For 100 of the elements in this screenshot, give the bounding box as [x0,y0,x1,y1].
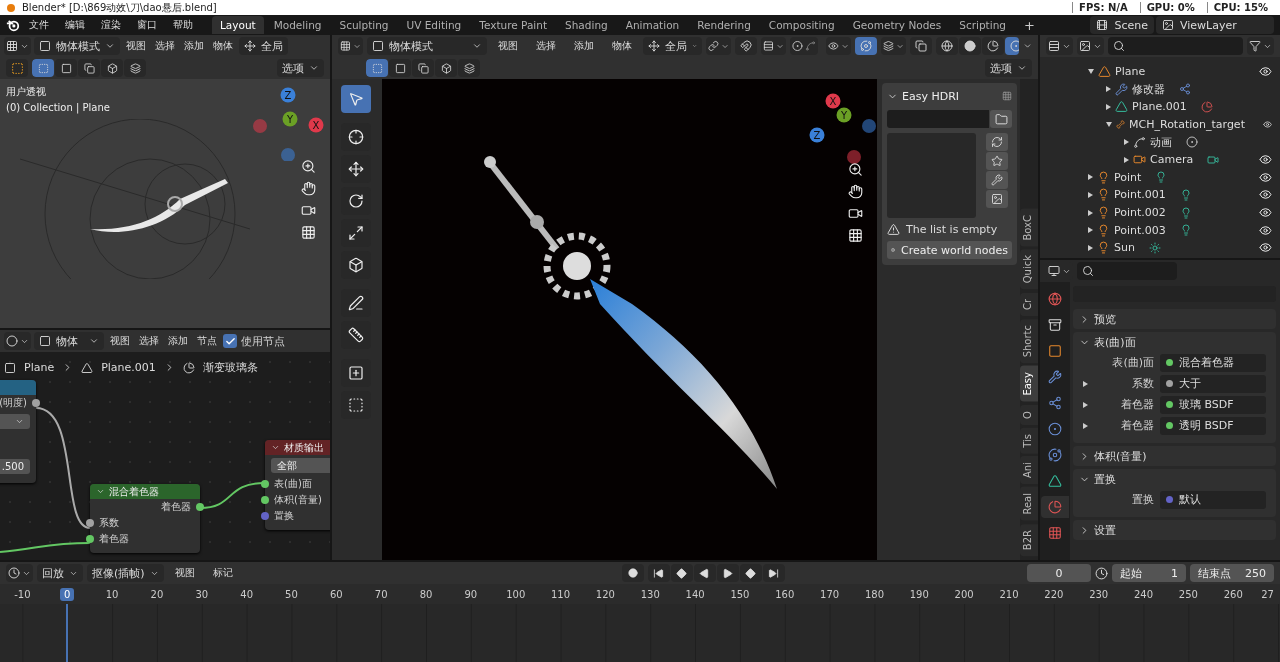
shader-type-dropdown[interactable]: 物体 [34,332,104,350]
create-world-nodes-button[interactable]: Create world nodes [887,241,1012,259]
panel-title[interactable]: 置换 [1094,471,1116,487]
menu-dropdown[interactable]: 回放 [37,564,83,582]
sidebar-tab[interactable]: Easy [1020,366,1038,402]
menu-item[interactable]: 标记 [205,566,240,580]
menu-item[interactable]: 选择 [136,334,162,348]
frame-number[interactable]: 50 [281,587,302,601]
sidebar-tab[interactable]: Real [1020,487,1038,521]
frame-number[interactable]: 250 [1174,587,1202,601]
outliner-row[interactable]: Plane.001 [1040,98,1280,116]
frame-number[interactable]: 150 [726,587,754,601]
frame-number[interactable]: 190 [905,587,933,601]
frame-number[interactable]: 170 [816,587,844,601]
sidebar-tab[interactable]: Quick [1020,249,1038,290]
workspace-tab[interactable]: Compositing [760,16,843,34]
frame-number[interactable]: 260 [1219,587,1247,601]
breadcrumb-item[interactable]: 渐变玻璃条 [202,360,258,375]
axis-handle[interactable]: Y [836,107,852,123]
menu-item[interactable]: 节点 [194,334,220,348]
frame-number[interactable]: 30 [191,587,213,601]
frame-number[interactable]: 230 [1085,587,1113,601]
menu-dropdown[interactable]: 抠像(插帧) [87,564,164,582]
menu-item[interactable]: 视图 [107,334,133,348]
menu-item[interactable]: 添加 [567,39,601,53]
menu-item[interactable]: 渲染 [94,18,128,32]
socket-link-field[interactable]: 透明 BSDF [1160,416,1266,435]
sidebar-tab[interactable]: BoxC [1020,208,1038,247]
menu-item[interactable]: 窗口 [130,18,164,32]
menu-item[interactable]: 选择 [152,39,178,53]
value-field[interactable]: .500 [0,459,30,474]
outliner-row[interactable]: Point.002 [1040,203,1280,222]
workspace-tab[interactable]: Rendering [689,16,759,34]
menu-item[interactable]: 视图 [167,566,202,580]
frame-number[interactable]: 180 [860,587,888,601]
sidebar-tab[interactable]: Cr [1020,292,1038,316]
panel-title[interactable]: 设置 [1094,522,1116,538]
frame-number[interactable]: 60 [325,587,347,601]
workspace-tab[interactable]: Scripting [951,16,1014,34]
frame-number[interactable]: 130 [636,587,664,601]
panel-title[interactable]: 预览 [1094,311,1116,327]
menu-item[interactable]: 视图 [123,39,149,53]
frame-number[interactable]: 90 [460,587,482,601]
menu-item[interactable]: 视图 [491,39,525,53]
sidebar-tab[interactable]: Ani [1020,456,1038,485]
frame-number[interactable]: 200 [950,587,978,601]
sidebar-tab[interactable]: Tis [1020,427,1038,454]
node-header[interactable]: 混合着色器 [90,484,200,499]
scene-selector[interactable]: Scene [1090,16,1154,34]
sidebar-tab[interactable]: O [1020,404,1038,425]
outliner-row[interactable]: Camera [1040,150,1280,169]
menu-item[interactable]: 添加 [165,334,191,348]
menu-item[interactable]: 物体 [210,39,236,53]
options-dropdown[interactable]: 选项 [277,59,324,77]
frame-number[interactable]: -10 [10,587,35,601]
workspace-tab[interactable]: Geometry Nodes [844,16,950,34]
outliner-row[interactable]: Point [1040,168,1280,187]
frame-number[interactable]: 240 [1129,587,1158,601]
sidebar-tab[interactable]: B2R [1020,523,1038,556]
axis-handle[interactable]: X [825,93,841,109]
view-layer-selector[interactable]: ViewLayer [1156,16,1274,34]
mode-dropdown[interactable]: 物体模式 [34,37,120,55]
socket-link-field[interactable]: 混合着色器 [1160,353,1266,372]
outliner-row[interactable]: MCH_Rotation_target [1040,115,1280,134]
frame-number[interactable]: 110 [547,587,575,601]
frame-number[interactable]: 20 [146,587,168,601]
node-header[interactable]: 材质输出 [265,440,330,455]
socket-link-field[interactable]: 大于 [1160,374,1266,393]
start-frame-field[interactable]: 起始 1 [1112,564,1186,582]
outliner-row[interactable]: Plane [1040,63,1280,81]
orientation-dropdown[interactable]: 全局 [643,37,703,55]
current-frame-field[interactable]: 0 [1027,564,1091,582]
sidebar-tab[interactable]: Shortc [1020,318,1038,364]
workspace-tab[interactable]: Layout [212,16,264,34]
outliner-row[interactable]: 动画 [1040,133,1280,151]
frame-number[interactable]: 27 [1257,587,1278,601]
frame-number[interactable]: 120 [591,587,619,601]
axis-handle[interactable]: Z [280,87,296,103]
socket-link-field[interactable]: 玻璃 BSDF [1160,395,1266,414]
panel-title[interactable]: 表(曲)面 [1094,334,1136,350]
outliner-row[interactable]: Sun [1040,238,1280,257]
menu-item[interactable]: 选择 [529,39,563,53]
menu-item[interactable]: 帮助 [166,18,200,32]
breadcrumb-item[interactable]: Plane.001 [101,361,156,374]
workspace-tab[interactable]: Texture Paint [471,16,556,34]
workspace-tab[interactable]: Animation [617,16,688,34]
frame-number[interactable]: 10 [101,587,123,601]
end-frame-field[interactable]: 结束点 250 [1190,564,1274,582]
frame-number[interactable]: 220 [1040,587,1068,601]
axis-handle[interactable]: X [308,117,324,133]
orientation-dropdown[interactable]: 全局 [239,37,288,55]
workspace-tab[interactable]: UV Editing [398,16,470,34]
menu-item[interactable]: 物体 [605,39,639,53]
breadcrumb-item[interactable]: Plane [24,361,55,374]
workspace-tab[interactable]: Sculpting [331,16,397,34]
options-dropdown[interactable]: 选项 [985,59,1032,77]
frame-number[interactable]: 160 [771,587,799,601]
frame-number[interactable]: 0 [60,587,75,601]
frame-number[interactable]: 100 [502,587,530,601]
outliner-row[interactable]: Point.003 [1040,221,1280,239]
